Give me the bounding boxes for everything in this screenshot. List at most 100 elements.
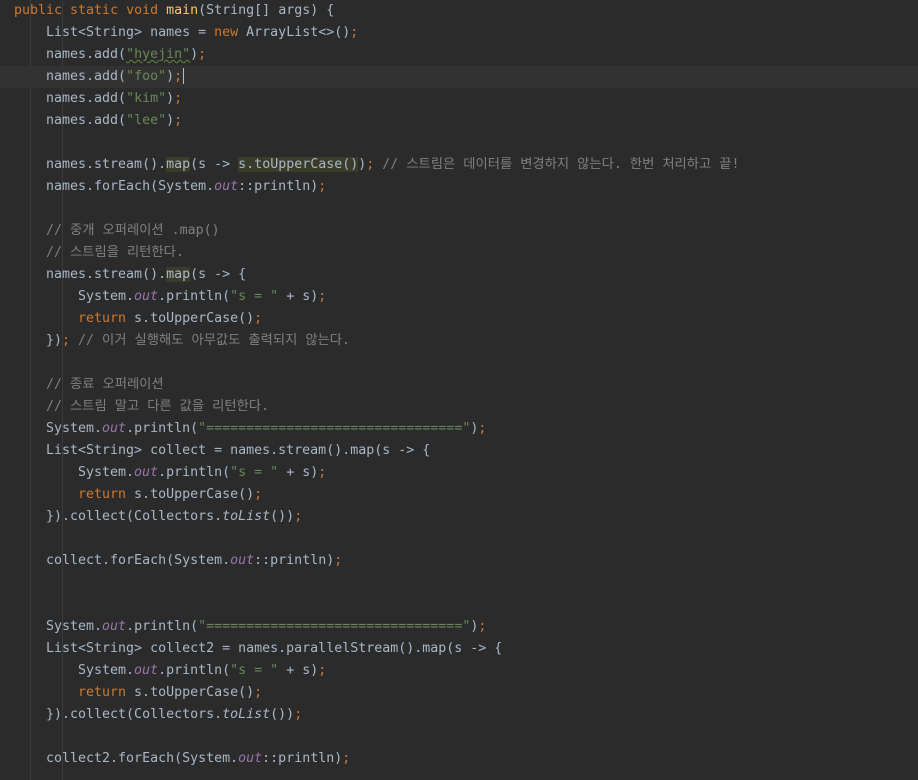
code-text: ) (166, 69, 175, 84)
text-caret (183, 68, 185, 84)
code-text: ()) (270, 707, 295, 722)
string-literal: "s = " (230, 289, 279, 304)
code-text: List<String> collect = names.stream().ma… (46, 443, 431, 458)
method-name: main (166, 3, 199, 18)
code-line-21[interactable]: List<String> collect = names.stream().ma… (0, 440, 918, 462)
code-text: }) (46, 333, 63, 348)
code-line-20[interactable]: System.out.println("====================… (0, 418, 918, 440)
code-text: names.forEach(System. (46, 179, 215, 194)
code-line-23[interactable]: return s.toUpperCase(); (0, 484, 918, 506)
code-line-19[interactable]: // 스트림 말고 다른 값을 리턴한다. (0, 396, 918, 418)
static-method: toList (222, 707, 271, 722)
code-text: .println( (158, 465, 231, 480)
code-text: ::println) (238, 179, 319, 194)
code-line-26[interactable]: collect.forEach(System.out::println); (0, 550, 918, 572)
comment: // 이거 실행해도 아무값도 출력되지 않는다. (70, 333, 351, 348)
semicolon: ; (342, 751, 351, 766)
code-line-30[interactable]: List<String> collect2 = names.parallelSt… (0, 638, 918, 660)
static-field: out (134, 289, 159, 304)
code-line-24[interactable]: }).collect(Collectors.toList()); (0, 506, 918, 528)
code-text: System. (78, 663, 135, 678)
code-line-8[interactable]: names.stream().map(s -> s.toUpperCase())… (0, 154, 918, 176)
string-literal: "================================" (198, 421, 471, 436)
static-field: out (238, 751, 263, 766)
code-editor[interactable]: public static void main(String[] args) {… (0, 0, 918, 780)
code-line-11[interactable]: // 중개 오퍼레이션 .map() (0, 220, 918, 242)
code-text: ::println) (262, 751, 343, 766)
keyword: return (78, 487, 127, 502)
comment: // 스트림을 리턴한다. (46, 245, 184, 260)
semicolon: ; (318, 289, 327, 304)
code-text: .println( (126, 421, 199, 436)
semicolon: ; (174, 91, 183, 106)
code-text: .println( (126, 619, 199, 634)
static-field: out (134, 465, 159, 480)
code-text: s.toUpperCase() (126, 685, 255, 700)
code-text: .println( (158, 289, 231, 304)
keyword: public static void (14, 3, 167, 18)
code-line-32[interactable]: return s.toUpperCase(); (0, 682, 918, 704)
code-text: names.stream(). (46, 157, 167, 172)
static-field: out (102, 619, 127, 634)
code-line-9[interactable]: names.forEach(System.out::println); (0, 176, 918, 198)
comment: // 종료 오퍼레이션 (46, 377, 164, 392)
code-line-2[interactable]: List<String> names = new ArrayList<>(); (0, 22, 918, 44)
code-text: System. (46, 619, 103, 634)
code-line-29[interactable]: System.out.println("====================… (0, 616, 918, 638)
code-line-22[interactable]: System.out.println("s = " + s); (0, 462, 918, 484)
code-line-3[interactable]: names.add("hyejin"); (0, 44, 918, 66)
code-text: (String[] args) { (198, 3, 335, 18)
code-text: (s -> { (190, 267, 247, 282)
semicolon: ; (318, 465, 327, 480)
code-text: .println( (158, 663, 231, 678)
semicolon: ; (350, 25, 359, 40)
code-line-15[interactable]: return s.toUpperCase(); (0, 308, 918, 330)
semicolon: ; (254, 685, 263, 700)
code-text: }).collect(Collectors. (46, 509, 223, 524)
code-text: + s) (278, 289, 319, 304)
semicolon: ; (478, 619, 487, 634)
code-text: collect2.forEach(System. (46, 751, 239, 766)
semicolon: ; (62, 333, 71, 348)
code-text: collect.forEach(System. (46, 553, 231, 568)
code-text: }).collect(Collectors. (46, 707, 223, 722)
code-text: + s) (278, 465, 319, 480)
code-line-16[interactable]: }); // 이거 실행해도 아무값도 출력되지 않는다. (0, 330, 918, 352)
code-line-6[interactable]: names.add("lee"); (0, 110, 918, 132)
code-text: names.add( (46, 113, 127, 128)
code-line-5[interactable]: names.add("kim"); (0, 88, 918, 110)
semicolon: ; (174, 113, 183, 128)
string-literal: "foo" (126, 69, 167, 84)
semicolon: ; (318, 663, 327, 678)
semicolon: ; (294, 509, 303, 524)
code-line-31[interactable]: System.out.println("s = " + s); (0, 660, 918, 682)
string-literal: "s = " (230, 465, 279, 480)
semicolon: ; (334, 553, 343, 568)
code-text: System. (78, 289, 135, 304)
comment: // 스트림 말고 다른 값을 리턴한다. (46, 399, 270, 414)
code-text: ) (166, 91, 175, 106)
code-line-35[interactable]: collect2.forEach(System.out::println); (0, 748, 918, 770)
code-text: (s -> (190, 157, 239, 172)
string-literal: "hyejin" (126, 47, 191, 62)
code-line-4[interactable]: names.add("foo"); (0, 66, 918, 88)
comment: // 스트림은 데이터를 변경하지 않는다. 한번 처리하고 끝! (374, 157, 740, 172)
semicolon: ; (254, 487, 263, 502)
static-field: out (230, 553, 255, 568)
keyword: return (78, 685, 127, 700)
string-literal: "lee" (126, 113, 167, 128)
code-text: System. (78, 465, 135, 480)
code-text: names.stream(). (46, 267, 167, 282)
static-field: out (134, 663, 159, 678)
code-line-13[interactable]: names.stream().map(s -> { (0, 264, 918, 286)
code-line-18[interactable]: // 종료 오퍼레이션 (0, 374, 918, 396)
code-line-12[interactable]: // 스트림을 리턴한다. (0, 242, 918, 264)
static-field: out (214, 179, 239, 194)
semicolon: ; (318, 179, 327, 194)
code-line-14[interactable]: System.out.println("s = " + s); (0, 286, 918, 308)
code-line-1[interactable]: public static void main(String[] args) { (0, 0, 918, 22)
method-call-highlight: map (166, 157, 191, 172)
code-line-33[interactable]: }).collect(Collectors.toList()); (0, 704, 918, 726)
static-field: out (102, 421, 127, 436)
comment: // 중개 오퍼레이션 .map() (46, 223, 220, 238)
